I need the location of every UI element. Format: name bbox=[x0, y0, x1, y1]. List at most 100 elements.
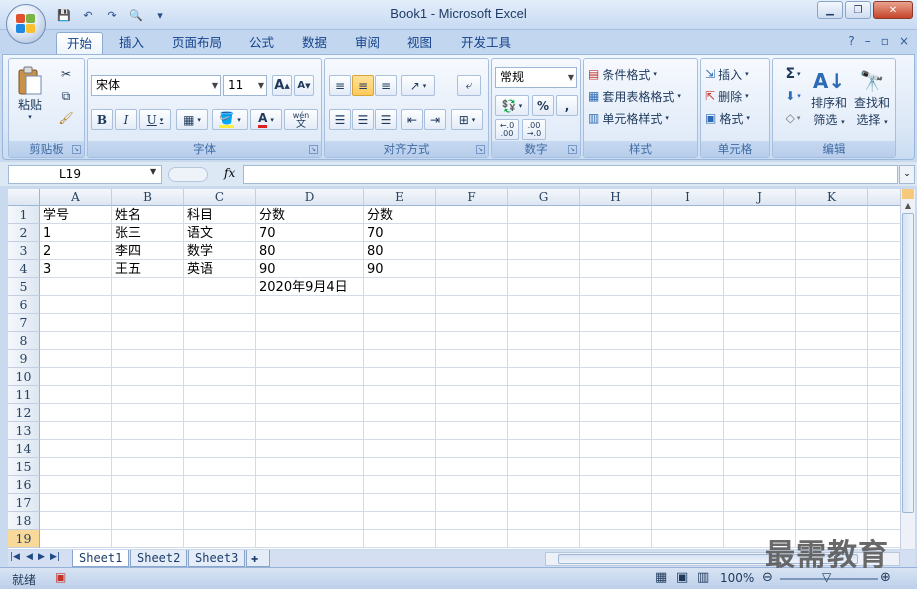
align-middle-button[interactable]: ≡ bbox=[352, 75, 374, 96]
cell-a2[interactable]: 1 bbox=[40, 224, 51, 242]
select-all-corner[interactable] bbox=[8, 189, 40, 206]
last-sheet-icon[interactable]: ▶| bbox=[50, 552, 60, 562]
decrease-indent-button[interactable]: ⇤ bbox=[401, 109, 423, 130]
insert-cells-button[interactable]: ⇲ 插入 ▾ bbox=[705, 65, 749, 83]
row-header-13[interactable]: 13 bbox=[8, 422, 40, 440]
cell-styles-button[interactable]: ▥ 单元格样式 ▾ bbox=[588, 109, 669, 127]
row-header-12[interactable]: 12 bbox=[8, 404, 40, 422]
increase-decimal-button[interactable]: ←.0 .00 bbox=[495, 119, 519, 140]
tab-insert[interactable]: 插入 bbox=[109, 32, 154, 54]
column-header-e[interactable]: E bbox=[364, 189, 436, 206]
tab-data[interactable]: 数据 bbox=[292, 32, 337, 54]
paste-button[interactable]: 粘贴 ▾ bbox=[13, 63, 47, 123]
copy-icon[interactable]: ⧉ bbox=[57, 87, 75, 105]
sheet-tab-sheet1[interactable]: Sheet1 bbox=[72, 550, 130, 567]
merge-center-button[interactable]: ⊞ ▾ bbox=[451, 109, 483, 130]
close-button[interactable]: ✕ bbox=[873, 1, 913, 19]
grow-font-button[interactable]: A ▲ bbox=[272, 75, 292, 96]
row-header-4[interactable]: 4 bbox=[8, 260, 40, 278]
column-header-a[interactable]: A bbox=[40, 189, 112, 206]
align-left-button[interactable]: ☰ bbox=[329, 109, 351, 130]
first-sheet-icon[interactable]: |◀ bbox=[10, 552, 20, 562]
percent-button[interactable]: % bbox=[532, 95, 554, 116]
cell-c3[interactable]: 数学 bbox=[184, 242, 213, 260]
row-header-19[interactable]: 19 bbox=[8, 530, 40, 548]
vertical-scroll-thumb[interactable] bbox=[902, 213, 914, 513]
align-center-button[interactable]: ☰ bbox=[352, 109, 374, 130]
fill-color-button[interactable]: 🪣 ▾ bbox=[212, 109, 248, 130]
cell-a1[interactable]: 学号 bbox=[40, 206, 69, 224]
number-format-select[interactable]: 常规 ▼ bbox=[495, 67, 577, 88]
underline-button[interactable]: U ▾ bbox=[139, 109, 171, 130]
column-header-j[interactable]: J bbox=[724, 189, 796, 206]
cell-c2[interactable]: 语文 bbox=[184, 224, 213, 242]
name-box[interactable]: L19 bbox=[8, 165, 162, 184]
workbook-close-button[interactable]: × bbox=[899, 34, 909, 48]
format-cells-button[interactable]: ▣ 格式 ▾ bbox=[705, 109, 750, 127]
format-as-table-button[interactable]: ▦ 套用表格格式 ▾ bbox=[588, 87, 681, 105]
name-box-dropdown-icon[interactable]: ▼ bbox=[150, 167, 156, 176]
cell-d4[interactable]: 90 bbox=[256, 260, 276, 278]
align-right-button[interactable]: ☰ bbox=[375, 109, 397, 130]
delete-cells-button[interactable]: ⇱ 删除 ▾ bbox=[705, 87, 749, 105]
expand-formula-bar-icon[interactable]: ⌄ bbox=[899, 165, 915, 184]
cell-e1[interactable]: 分数 bbox=[364, 206, 393, 224]
page-layout-view-icon[interactable]: ▣ bbox=[676, 570, 688, 585]
row-header-1[interactable]: 1 bbox=[8, 206, 40, 224]
sort-filter-button[interactable]: A↓ 排序和 筛选 ▾ bbox=[809, 63, 849, 133]
tab-formulas[interactable]: 公式 bbox=[239, 32, 284, 54]
column-header-c[interactable]: C bbox=[184, 189, 256, 206]
tab-view[interactable]: 视图 bbox=[397, 32, 442, 54]
scroll-up-icon[interactable]: ▲ bbox=[902, 201, 914, 211]
zoom-level[interactable]: 100% bbox=[720, 571, 754, 585]
decrease-decimal-button[interactable]: .00 →.0 bbox=[522, 119, 546, 140]
sheet-tab-sheet2[interactable]: Sheet2 bbox=[130, 550, 188, 567]
column-header-f[interactable]: F bbox=[436, 189, 508, 206]
cell-b4[interactable]: 王五 bbox=[112, 260, 141, 278]
row-header-15[interactable]: 15 bbox=[8, 458, 40, 476]
tab-page-layout[interactable]: 页面布局 bbox=[162, 32, 232, 54]
clipboard-launcher-icon[interactable]: ↘ bbox=[72, 145, 81, 154]
cell-d2[interactable]: 70 bbox=[256, 224, 276, 242]
normal-view-icon[interactable]: ▦ bbox=[655, 570, 667, 585]
split-box[interactable] bbox=[902, 189, 914, 199]
italic-button[interactable]: I bbox=[115, 109, 137, 130]
ribbon-minimize-button[interactable]: – bbox=[865, 34, 871, 48]
office-button[interactable] bbox=[6, 4, 46, 44]
cell-b1[interactable]: 姓名 bbox=[112, 206, 141, 224]
row-header-5[interactable]: 5 bbox=[8, 278, 40, 296]
conditional-formatting-button[interactable]: ▤ 条件格式 ▾ bbox=[588, 65, 657, 83]
format-painter-icon[interactable]: 🖌 bbox=[57, 109, 75, 127]
prev-sheet-icon[interactable]: ◀ bbox=[26, 552, 33, 562]
row-header-3[interactable]: 3 bbox=[8, 242, 40, 260]
comma-button[interactable]: , bbox=[556, 95, 578, 116]
row-header-7[interactable]: 7 bbox=[8, 314, 40, 332]
cell-b2[interactable]: 张三 bbox=[112, 224, 141, 242]
minimize-button[interactable]: ▁ bbox=[817, 1, 843, 19]
tab-review[interactable]: 审阅 bbox=[345, 32, 390, 54]
cell-c1[interactable]: 科目 bbox=[184, 206, 213, 224]
restore-button[interactable]: ❐ bbox=[845, 1, 871, 19]
row-header-11[interactable]: 11 bbox=[8, 386, 40, 404]
cell-b3[interactable]: 李四 bbox=[112, 242, 141, 260]
fill-button[interactable]: ⬇ ▾ bbox=[779, 87, 807, 105]
cut-icon[interactable]: ✂ bbox=[57, 65, 75, 83]
bold-button[interactable]: B bbox=[91, 109, 113, 130]
cell-e4[interactable]: 90 bbox=[364, 260, 384, 278]
macro-record-icon[interactable]: ▣ bbox=[55, 570, 66, 584]
font-color-button[interactable]: A ▾ bbox=[250, 109, 282, 130]
cell-c4[interactable]: 英语 bbox=[184, 260, 213, 278]
column-header-g[interactable]: G bbox=[508, 189, 580, 206]
formula-input[interactable] bbox=[243, 165, 898, 184]
cell-d1[interactable]: 分数 bbox=[256, 206, 285, 224]
clear-button[interactable]: ◇ ▾ bbox=[779, 109, 807, 127]
find-select-button[interactable]: 🔭 查找和 选择 ▾ bbox=[851, 63, 893, 133]
borders-button[interactable]: ▦ ▾ bbox=[176, 109, 208, 130]
cell-e2[interactable]: 70 bbox=[364, 224, 384, 242]
help-icon[interactable]: ? bbox=[848, 34, 854, 48]
row-header-17[interactable]: 17 bbox=[8, 494, 40, 512]
autosum-button[interactable]: Σ ▾ bbox=[779, 65, 807, 83]
cell-a4[interactable]: 3 bbox=[40, 260, 51, 278]
shrink-font-button[interactable]: A ▼ bbox=[294, 75, 314, 96]
next-sheet-icon[interactable]: ▶ bbox=[38, 552, 45, 562]
